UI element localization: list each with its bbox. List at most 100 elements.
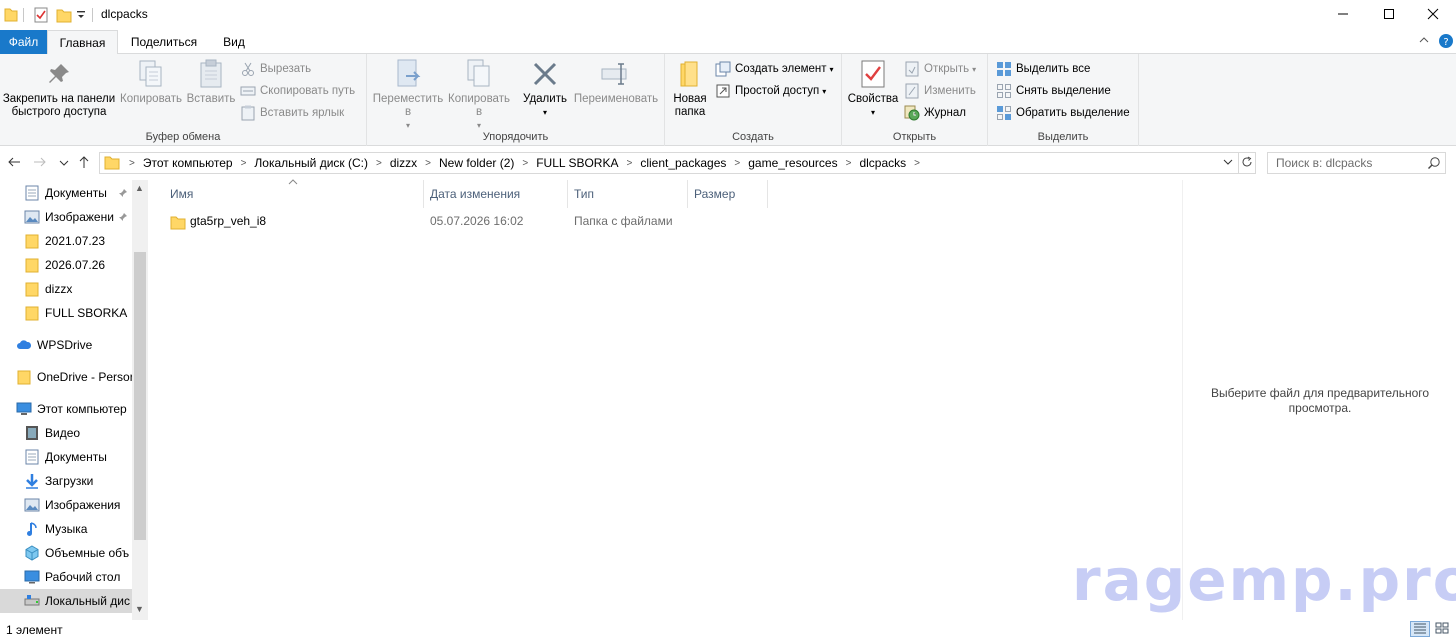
new-folder-quick-icon[interactable] (56, 7, 72, 26)
address-history-dropdown[interactable] (1222, 155, 1234, 172)
nav-item-label: Изображени (45, 210, 114, 224)
nav-item-label: Рабочий стол (45, 570, 121, 584)
search-box[interactable] (1267, 152, 1446, 174)
new-item-icon (715, 61, 731, 77)
copy-to-button[interactable]: Копировать в ▾ (445, 58, 513, 132)
nav-item-onedrive[interactable]: OneDrive - Persor (0, 365, 132, 389)
nav-item-documents[interactable]: Документы (0, 445, 132, 469)
nav-item-dizzx[interactable]: dizzx (0, 277, 132, 301)
tab-home[interactable]: Главная (47, 30, 118, 55)
nav-item-documents-pinned[interactable]: Документы (0, 181, 132, 205)
nav-item-label: Этот компьютер (37, 402, 127, 416)
close-button[interactable] (1410, 0, 1456, 30)
new-folder-button[interactable]: Новая папка (669, 58, 711, 119)
nav-item-full-sborka[interactable]: FULL SBORKA (0, 301, 132, 325)
nav-item-downloads[interactable]: Загрузки (0, 469, 132, 493)
nav-item-desktop[interactable]: Рабочий стол (0, 565, 132, 589)
invert-selection-label: Обратить выделение (1016, 107, 1130, 119)
chevron-down-icon (59, 156, 69, 170)
scrollbar-thumb[interactable] (134, 252, 146, 540)
organize-group: Переместить в ▾ Копировать в ▾ Удалить ▾… (367, 54, 665, 146)
nav-item-2026-07-26[interactable]: 2026.07.26 (0, 253, 132, 277)
scroll-down-icon[interactable]: ▼ (135, 604, 144, 614)
column-header-name[interactable]: Имя (164, 180, 424, 208)
edit-button[interactable]: Изменить (904, 81, 976, 101)
copy-button[interactable]: Копировать (118, 58, 184, 106)
nav-item-pictures-pinned[interactable]: Изображени (0, 205, 132, 229)
select-all-button[interactable]: Выделить все (996, 59, 1090, 79)
address-bar[interactable]: > Этот компьютер > Локальный диск (C:) >… (99, 152, 1239, 174)
tab-file[interactable]: Файл (0, 30, 47, 54)
tab-share[interactable]: Поделиться (124, 30, 204, 54)
crumb-new-folder-2[interactable]: New folder (2) (436, 156, 517, 170)
arrow-left-icon (7, 156, 21, 171)
chevron-right-icon: > (129, 157, 135, 169)
search-icon (1427, 156, 1441, 173)
paste-button[interactable]: Вставить (186, 58, 236, 106)
history-button[interactable]: Журнал (904, 103, 966, 123)
nav-item-this-pc[interactable]: Этот компьютер (0, 397, 132, 421)
delete-icon (529, 58, 561, 90)
chevron-right-icon: > (626, 157, 633, 169)
documents-icon (24, 449, 40, 465)
preview-message: Выберите файл для предварительного просм… (1210, 386, 1430, 415)
back-button[interactable] (4, 153, 24, 173)
quick-access-dropdown-icon[interactable] (76, 9, 86, 23)
invert-selection-button[interactable]: Обратить выделение (996, 103, 1130, 123)
large-icons-view-button[interactable] (1432, 621, 1452, 637)
nav-pane-scrollbar[interactable]: ▲ ▼ (132, 180, 148, 620)
rename-button[interactable]: Переименовать (571, 58, 661, 106)
nav-item-2021-07-23[interactable]: 2021.07.23 (0, 229, 132, 253)
move-to-button[interactable]: Переместить в ▾ (371, 58, 445, 132)
cut-button[interactable]: Вырезать (240, 59, 311, 79)
chevron-right-icon[interactable]: > (909, 158, 925, 169)
details-view-button[interactable] (1410, 621, 1430, 637)
properties-quick-icon[interactable] (33, 7, 49, 26)
column-header-size[interactable]: Размер (688, 180, 768, 208)
nav-item-videos[interactable]: Видео (0, 421, 132, 445)
nav-item-wpsdrive[interactable]: WPSDrive (0, 333, 132, 357)
column-header-type[interactable]: Тип (568, 180, 688, 208)
refresh-button[interactable] (1238, 152, 1256, 174)
tab-view[interactable]: Вид (214, 30, 254, 54)
rename-label: Переименовать (573, 93, 659, 105)
crumb-dizzx[interactable]: dizzx (387, 156, 420, 170)
easy-access-button[interactable]: Простой доступ ▾ (715, 81, 826, 101)
crumb-client-packages[interactable]: client_packages (637, 156, 729, 170)
nav-item-label: OneDrive - Persor (37, 370, 132, 384)
select-all-label: Выделить все (1016, 63, 1091, 75)
help-icon[interactable]: ? (1438, 33, 1454, 52)
crumb-full-sborka[interactable]: FULL SBORKA (533, 156, 621, 170)
open-button[interactable]: Открыть ▾ (904, 59, 976, 79)
properties-button[interactable]: Свойства ▾ (846, 58, 900, 119)
nav-item-3d-objects[interactable]: Объемные объ (0, 541, 132, 565)
forward-button[interactable] (30, 153, 50, 173)
recent-locations-button[interactable] (54, 153, 74, 173)
copy-path-button[interactable]: Скопировать путь (240, 81, 355, 101)
crumb-game-resources[interactable]: game_resources (745, 156, 840, 170)
chevron-right-icon: > (425, 157, 432, 169)
crumb-dlcpacks[interactable]: dlcpacks (856, 156, 909, 170)
scroll-up-icon[interactable]: ▲ (135, 183, 144, 193)
up-button[interactable] (74, 153, 94, 173)
paste-shortcut-icon (240, 105, 256, 121)
table-row[interactable]: gta5rp_veh_i8 05.07.2026 16:02 Папка с ф… (164, 211, 704, 233)
paste-shortcut-button[interactable]: Вставить ярлык (240, 103, 344, 123)
nav-item-local-disk[interactable]: Локальный дис (0, 589, 132, 613)
select-none-button[interactable]: Снять выделение (996, 81, 1111, 101)
minimize-button[interactable] (1320, 0, 1366, 30)
crumb-this-pc[interactable]: Этот компьютер (140, 156, 236, 170)
file-name[interactable]: gta5rp_veh_i8 (190, 214, 266, 228)
delete-button[interactable]: Удалить ▾ (519, 58, 571, 119)
new-item-button[interactable]: Создать элемент ▾ (715, 59, 834, 79)
search-input[interactable] (1276, 153, 1426, 173)
nav-item-pictures[interactable]: Изображения (0, 493, 132, 517)
cloud-icon (16, 337, 32, 353)
maximize-button[interactable] (1366, 0, 1412, 30)
properties-icon (857, 58, 889, 90)
pin-quick-access-button[interactable]: Закрепить на панели быстрого доступа (0, 58, 118, 119)
crumb-local-disk[interactable]: Локальный диск (C:) (251, 156, 371, 170)
collapse-ribbon-icon[interactable] (1418, 34, 1430, 49)
nav-item-music[interactable]: Музыка (0, 517, 132, 541)
column-header-date[interactable]: Дата изменения (424, 180, 568, 208)
